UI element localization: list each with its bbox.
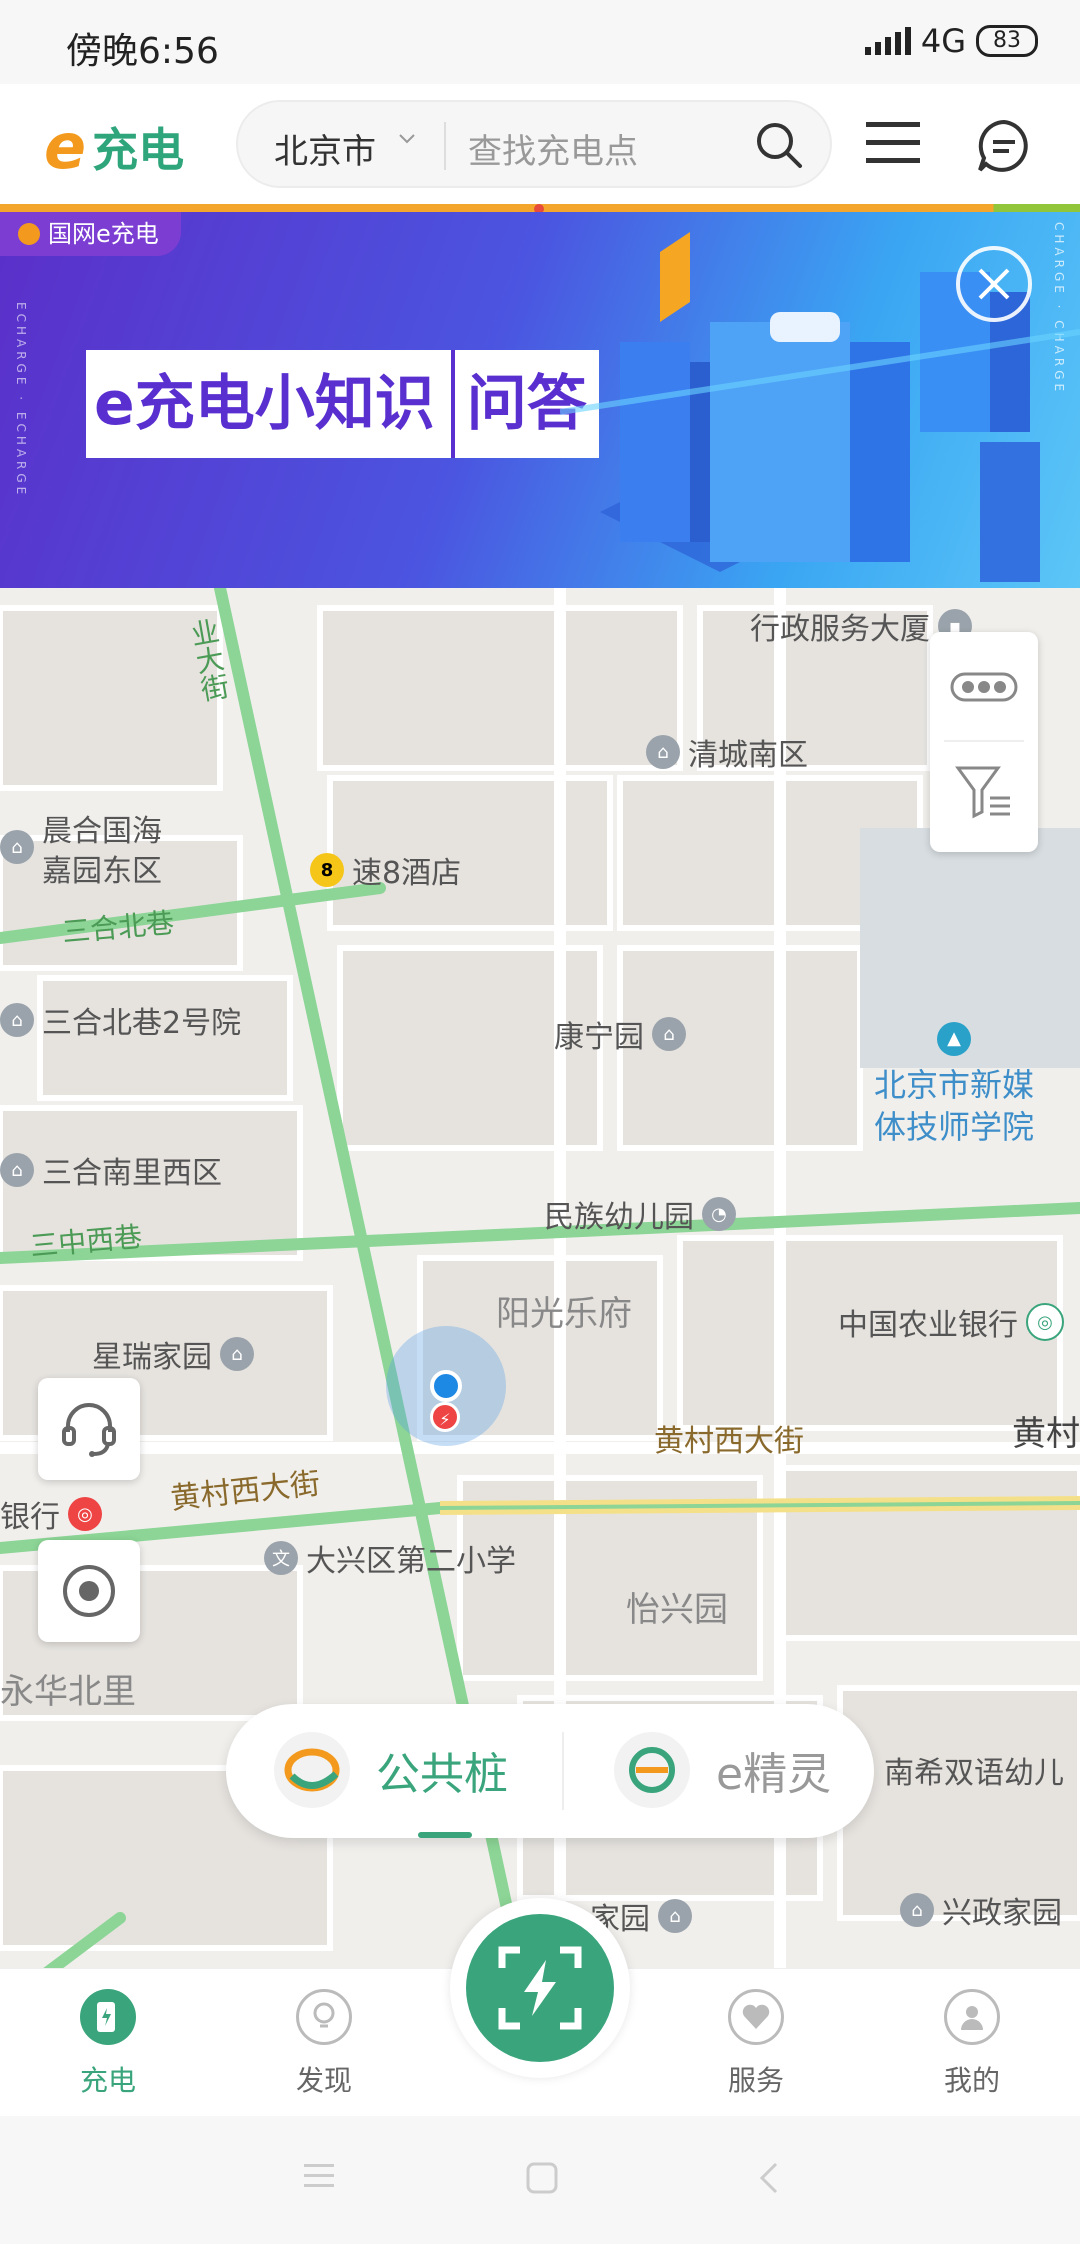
mode-active-indicator xyxy=(418,1832,472,1838)
banner-tag: 国网e充电 xyxy=(0,212,181,256)
tab-label: 服务 xyxy=(727,2064,784,2097)
brand-logo-icon xyxy=(18,223,40,245)
menu-icon[interactable] xyxy=(300,2160,340,2192)
tab-discover[interactable]: 发现 xyxy=(254,1989,394,2099)
scan-lightning-icon xyxy=(498,1946,582,2030)
poi-label[interactable]: ⌂ 三合北巷2号院 xyxy=(0,998,241,1042)
poi-label[interactable]: 文 大兴区第二小学 xyxy=(264,1536,516,1580)
mode-e-jingling[interactable]: e精灵 xyxy=(614,1732,831,1808)
poi-label[interactable]: ▲ 北京市新媒 体技师学院 xyxy=(874,1022,1034,1148)
promo-banner[interactable]: 国网e充电 ECHARGE · ECHARGE CHARGE · CHARGE … xyxy=(0,212,1080,588)
road-label: 黄村西大街 xyxy=(654,1424,804,1459)
home-icon: ⌂ xyxy=(0,1003,34,1037)
echarge-logo-icon xyxy=(274,1732,350,1808)
poi-label[interactable]: 康宁园 ⌂ xyxy=(554,1012,686,1056)
area-label: 阳光乐府 xyxy=(496,1294,632,1334)
scan-button-face xyxy=(466,1914,614,2062)
banner-side-text: ECHARGE · ECHARGE xyxy=(14,302,28,499)
search-icon[interactable] xyxy=(754,120,804,170)
locate-me-button[interactable] xyxy=(38,1540,140,1642)
headset-icon xyxy=(62,1403,116,1457)
mode-label: e精灵 xyxy=(716,1749,832,1800)
bank-icon: ◎ xyxy=(1026,1303,1064,1341)
mode-public-pile[interactable]: 公共桩 xyxy=(274,1732,508,1808)
status-bar: 傍晚6:56 4G 83 xyxy=(0,0,1080,84)
close-icon[interactable] xyxy=(956,246,1032,322)
poi-label[interactable]: 南希双语幼儿 xyxy=(884,1748,1064,1792)
back-icon[interactable] xyxy=(756,2160,780,2196)
search-divider xyxy=(444,122,446,170)
mode-label: 公共桩 xyxy=(376,1749,508,1800)
poi-label[interactable]: 中国农业银行 ◎ xyxy=(838,1300,1064,1344)
home-icon: ⌂ xyxy=(220,1337,254,1371)
user-icon xyxy=(944,1989,1000,2045)
logo-e: e xyxy=(44,110,87,183)
app-header: e 充电 北京市 查找充电点 xyxy=(0,84,1080,204)
tab-profile[interactable]: 我的 xyxy=(902,1989,1042,2099)
poi-label[interactable]: 银行 ◎ xyxy=(0,1492,102,1536)
app-logo: e 充电 xyxy=(44,114,184,180)
school-icon: ▲ xyxy=(937,1022,971,1056)
home-icon: ⌂ xyxy=(0,1153,34,1187)
network-type: 4G xyxy=(920,22,966,60)
home-button-icon[interactable] xyxy=(524,2160,560,2196)
logo-text: 充电 xyxy=(92,123,185,177)
kindergarten-icon: ◔ xyxy=(702,1197,736,1231)
mode-divider xyxy=(562,1732,564,1810)
filter-icon[interactable] xyxy=(954,764,1014,820)
current-location-icon xyxy=(430,1370,462,1402)
charger-mode-toggle: 公共桩 e精灵 xyxy=(226,1704,874,1838)
area-label: 黄村 xyxy=(1012,1414,1080,1454)
heart-icon xyxy=(728,1989,784,2045)
banner-tag-text: 国网e充电 xyxy=(48,220,159,248)
system-nav-bar xyxy=(0,2116,1080,2244)
home-icon: ⌂ xyxy=(646,735,680,769)
search-input[interactable]: 查找充电点 xyxy=(468,124,638,173)
control-divider xyxy=(944,740,1024,742)
tab-label: 我的 xyxy=(943,2064,1000,2097)
status-time: 傍晚6:56 xyxy=(66,31,219,72)
area-label: 永华北里 xyxy=(0,1672,136,1712)
bank-icon: ◎ xyxy=(68,1497,102,1531)
chevron-down-icon[interactable] xyxy=(398,130,416,148)
target-icon xyxy=(63,1565,115,1617)
area-label: 怡兴园 xyxy=(626,1590,728,1630)
hotel-icon: 8 xyxy=(310,853,344,887)
battery-icon: 83 xyxy=(976,25,1038,57)
city-selector[interactable]: 北京市 xyxy=(274,124,376,173)
signal-icon xyxy=(864,27,911,55)
poi-label[interactable]: ⌂ 三合南里西区 xyxy=(0,1148,222,1192)
message-icon[interactable] xyxy=(976,118,1032,174)
tab-label: 充电 xyxy=(79,2064,136,2097)
poi-label[interactable]: 民族幼儿园 ◔ xyxy=(544,1192,736,1236)
search-box: 北京市 查找充电点 xyxy=(236,100,832,188)
school-icon: 文 xyxy=(264,1541,298,1575)
banner-title: e充电小知识 问答 xyxy=(86,350,599,458)
map-control-panel xyxy=(930,632,1038,852)
home-icon: ⌂ xyxy=(900,1893,934,1927)
poi-label[interactable]: 星瑞家园 ⌂ xyxy=(92,1332,254,1376)
poi-label[interactable]: ⌂ 晨合国海 嘉园东区 xyxy=(0,812,162,892)
tab-label: 发现 xyxy=(295,2064,352,2097)
tab-service[interactable]: 服务 xyxy=(686,1989,826,2099)
home-icon: ⌂ xyxy=(0,830,34,864)
e-jingling-icon xyxy=(614,1732,690,1808)
lightbulb-icon xyxy=(296,1989,352,2045)
traffic-layer-icon[interactable] xyxy=(950,670,1018,704)
scan-charge-button[interactable] xyxy=(450,1898,630,2078)
home-icon: ⌂ xyxy=(658,1899,692,1933)
poi-label[interactable]: ⌂ 清城南区 xyxy=(646,730,808,774)
tab-charge[interactable]: 充电 xyxy=(38,1989,178,2099)
banner-title-left: e充电小知识 xyxy=(86,350,451,458)
menu-icon[interactable] xyxy=(866,120,920,166)
home-icon: ⌂ xyxy=(652,1017,686,1051)
poi-label[interactable]: ⌂ 兴政家园 xyxy=(900,1888,1062,1932)
customer-service-button[interactable] xyxy=(38,1378,140,1480)
charge-icon xyxy=(80,1989,136,2045)
poi-label[interactable]: 8 速8酒店 xyxy=(310,848,461,892)
charging-station-icon[interactable]: ⚡ xyxy=(430,1402,460,1432)
status-indicators: 4G 83 xyxy=(864,22,1038,60)
